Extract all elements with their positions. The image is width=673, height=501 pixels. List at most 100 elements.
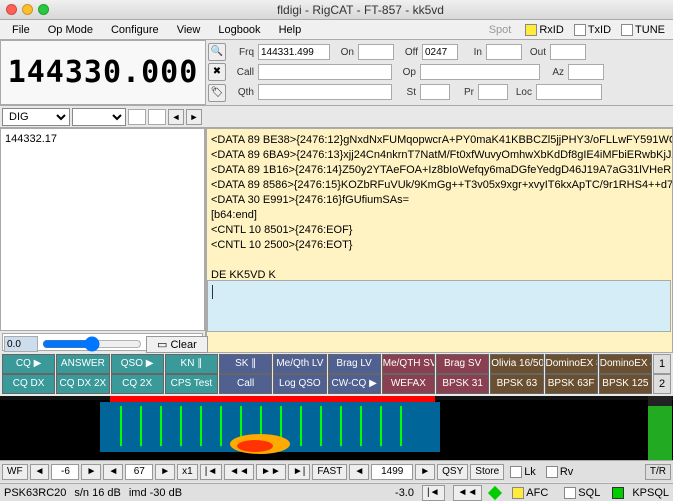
clear-icon[interactable]: ✖ [208,63,226,81]
macro-brag-sv[interactable]: Brag SV [436,354,489,374]
wf-freq[interactable] [371,464,413,480]
nav-next[interactable]: ►► [256,464,286,480]
op-field[interactable] [420,64,540,80]
macro-qso[interactable]: QSO ▶ [111,354,164,374]
in-field[interactable] [486,44,522,60]
waterfall-display[interactable] [0,396,673,460]
slider-value[interactable] [4,336,38,352]
menu-view[interactable]: View [169,22,209,38]
macro-cq2x[interactable]: CQ 2X [111,374,164,394]
macro-domex8[interactable]: DominoEX 8 [545,354,598,374]
call-label: Call [232,67,256,78]
macro-bpsk31[interactable]: BPSK 31 [436,374,489,394]
menu-configure[interactable]: Configure [103,22,167,38]
macro-sk[interactable]: SK ∥ [219,354,272,374]
zoom-x1[interactable]: x1 [177,464,198,480]
tag-icon[interactable]: 🏷 [208,84,226,102]
minimize-button[interactable] [22,4,33,15]
st-field[interactable] [420,84,450,100]
zoom-button[interactable] [38,4,49,15]
az-field[interactable] [568,64,604,80]
macro-cqdx[interactable]: CQ DX [2,374,55,394]
macro-bank-2[interactable]: 2 [653,374,671,394]
wf-mode-button[interactable]: WF [2,464,28,480]
prev-2-button[interactable]: ◄ [103,464,123,480]
search-icon[interactable]: 🔍 [208,43,226,61]
qth-field[interactable] [258,84,392,100]
clear-button[interactable]: ▭ Clear [146,336,208,353]
off-field[interactable] [422,44,458,60]
wf-val2[interactable] [125,464,153,480]
right-arrow-icon[interactable]: ► [186,109,202,125]
tiny-field-1[interactable] [128,109,146,125]
tune-toggle[interactable]: TUNE [617,24,669,36]
menu-logbook[interactable]: Logbook [210,22,268,38]
macro-brag-lv[interactable]: Brag LV [328,354,381,374]
diamond-indicator [488,485,502,499]
macro-answer[interactable]: ANSWER [56,354,109,374]
status-imd: imd -30 dB [129,487,182,499]
txid-toggle[interactable]: TxID [570,24,615,36]
list-item[interactable]: 144332.17 [5,133,200,145]
in-label: In [460,47,484,58]
prev-1-button[interactable]: ◄ [30,464,50,480]
rxid-toggle[interactable]: RxID [521,24,567,36]
pr-field[interactable] [478,84,508,100]
macro-call[interactable]: Call [219,374,272,394]
nav-prev[interactable]: ◄◄ [224,464,254,480]
on-field[interactable] [358,44,394,60]
tx-text-area[interactable] [207,280,671,332]
waterfall-marker [110,396,435,402]
macro-bpsk63f[interactable]: BPSK 63F [545,374,598,394]
loc-field[interactable] [536,84,602,100]
frequency-display[interactable]: 144330.000 [0,40,206,105]
frequency-value: 144330.000 [8,55,199,90]
call-field[interactable] [258,64,392,80]
menu-help[interactable]: Help [271,22,310,38]
macro-cpstest[interactable]: CPS Test [165,374,218,394]
sql-toggle[interactable]: SQL [560,487,604,499]
stat-prev[interactable]: ◄◄ [453,485,483,501]
next-2-button[interactable]: ► [155,464,175,480]
macro-wefax[interactable]: WEFAX [382,374,435,394]
macro-meqth-lv[interactable]: Me/Qth LV [273,354,326,374]
macro-olivia[interactable]: Olivia 16/500 [490,354,543,374]
tiny-field-2[interactable] [148,109,166,125]
store-button[interactable]: Store [470,464,504,480]
macro-bpsk125[interactable]: BPSK 125 [599,374,652,394]
afc-toggle[interactable]: AFC [508,487,552,499]
macro-cqdx2x[interactable]: CQ DX 2X [56,374,109,394]
close-button[interactable] [6,4,17,15]
macro-domex4[interactable]: DominoEX 4 [599,354,652,374]
qsy-button[interactable]: QSY [437,464,468,480]
next-1-button[interactable]: ► [81,464,101,480]
left-arrow-icon[interactable]: ◄ [168,109,184,125]
macro-cq[interactable]: CQ ▶ [2,354,55,374]
tr-button[interactable]: T/R [645,464,671,480]
menu-spot[interactable]: Spot [481,22,520,38]
macro-meqth-sv[interactable]: Me/QTH SV [382,354,435,374]
level-slider[interactable] [42,337,142,351]
macro-cwcq[interactable]: CW-CQ ▶ [328,374,381,394]
menu-opmode[interactable]: Op Mode [40,22,101,38]
freq-next[interactable]: ► [415,464,435,480]
mode-select[interactable]: DIG [2,108,70,126]
nav-first[interactable]: |◄ [200,464,223,480]
out-field[interactable] [550,44,586,60]
frq-field[interactable] [258,44,330,60]
nav-last[interactable]: ►| [288,464,311,480]
stat-first[interactable]: |◄ [422,485,445,501]
macro-bpsk63[interactable]: BPSK 63 [490,374,543,394]
wf-val1[interactable] [51,464,79,480]
menu-file[interactable]: File [4,22,38,38]
lk-toggle[interactable]: Lk [506,466,540,478]
submode-select[interactable] [72,108,126,126]
freq-prev[interactable]: ◄ [349,464,369,480]
rv-toggle[interactable]: Rv [542,466,577,478]
squelch-indicator [612,487,624,499]
macro-bank-1[interactable]: 1 [653,354,671,374]
speed-button[interactable]: FAST [312,464,347,480]
frequency-browser[interactable]: 144332.17 [0,128,205,331]
macro-kn[interactable]: KN ∥ [165,354,218,374]
macro-logqso[interactable]: Log QSO [273,374,326,394]
